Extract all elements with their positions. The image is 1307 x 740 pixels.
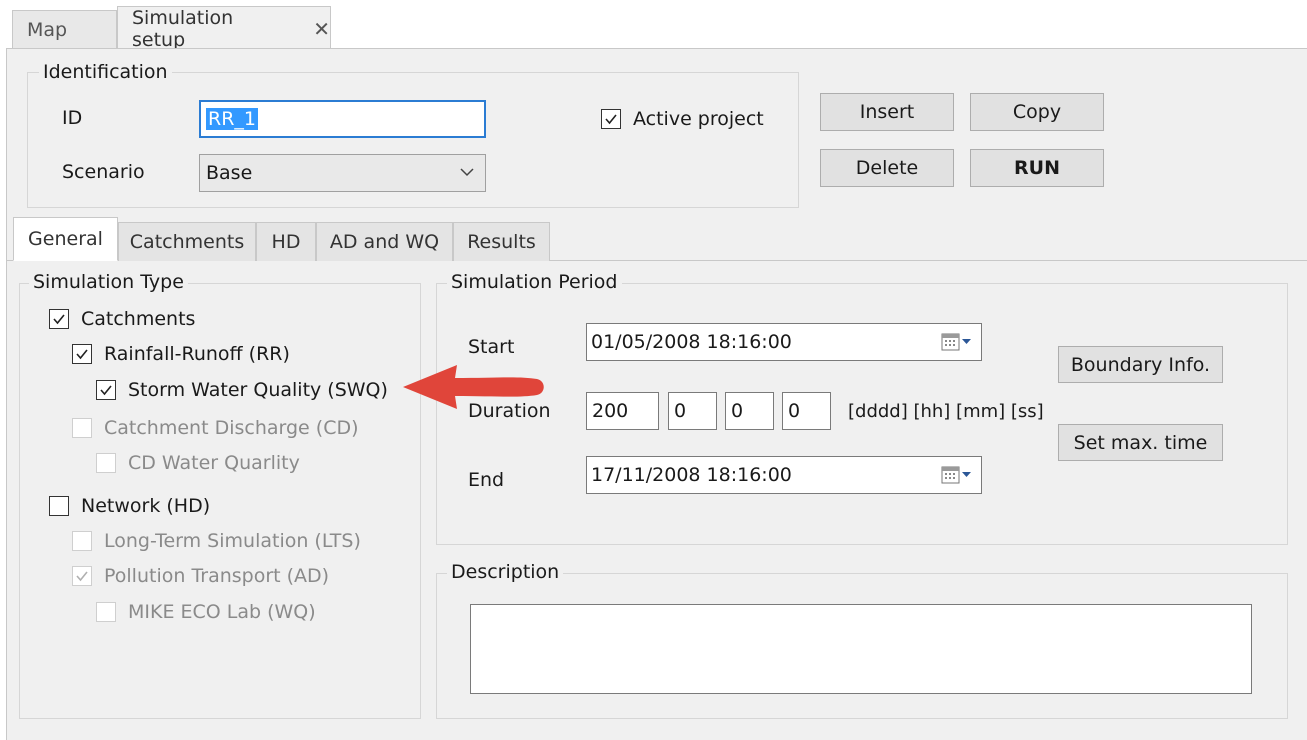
checkbox-icon [601, 109, 621, 129]
simulation-setup-panel: Identification ID RR_1 Scenario Base Act… [6, 49, 1307, 740]
red-arrow-annotation [403, 365, 544, 409]
catchments-checkbox[interactable]: Catchments [49, 308, 195, 330]
checkbox-icon [72, 344, 92, 364]
duration-days-field[interactable]: 200 [586, 392, 659, 430]
mike-eco-lab-checkbox[interactable]: MIKE ECO Lab (WQ) [96, 601, 316, 623]
catchment-discharge-label: Catchment Discharge (CD) [104, 417, 359, 439]
checkbox-icon [72, 531, 92, 551]
start-label: Start [468, 336, 515, 358]
start-datetime-picker[interactable]: 01/05/2008 18:16:00 [586, 323, 982, 361]
end-datetime-picker[interactable]: 17/11/2008 18:16:00 [586, 456, 982, 494]
duration-units-label: [dddd] [hh] [mm] [ss] [848, 401, 1044, 422]
tab-ad-and-wq[interactable]: AD and WQ [316, 222, 453, 261]
simulation-type-title: Simulation Type [29, 271, 188, 293]
checkbox-icon [49, 496, 69, 516]
set-max-time-button[interactable]: Set max. time [1058, 424, 1223, 461]
long-term-simulation-label: Long-Term Simulation (LTS) [104, 530, 361, 552]
description-title: Description [447, 561, 564, 583]
storm-water-quality-checkbox[interactable]: Storm Water Quality (SWQ) [96, 379, 388, 401]
insert-button[interactable]: Insert [820, 93, 954, 131]
document-tab-bar: Map Simulation setup ✕ [0, 0, 1307, 51]
tab-results[interactable]: Results [453, 222, 550, 261]
calendar-icon[interactable] [941, 332, 973, 357]
catchments-label: Catchments [81, 308, 196, 330]
pollution-transport-checkbox[interactable]: Pollution Transport (AD) [72, 565, 329, 587]
tab-catchments[interactable]: Catchments [118, 222, 256, 261]
checkbox-icon [96, 453, 116, 473]
calendar-icon[interactable] [941, 465, 973, 490]
catchment-discharge-checkbox[interactable]: Catchment Discharge (CD) [72, 417, 359, 439]
pollution-transport-label: Pollution Transport (AD) [104, 565, 330, 587]
simulation-period-title: Simulation Period [447, 271, 622, 293]
scenario-label: Scenario [62, 161, 145, 183]
rainfall-runoff-checkbox[interactable]: Rainfall-Runoff (RR) [72, 343, 290, 365]
active-project-checkbox[interactable]: Active project [601, 108, 764, 130]
id-value: RR_1 [206, 108, 258, 130]
long-term-simulation-checkbox[interactable]: Long-Term Simulation (LTS) [72, 530, 361, 552]
scenario-dropdown[interactable]: Base [199, 154, 486, 192]
checkbox-icon [96, 380, 116, 400]
description-textarea[interactable] [470, 604, 1252, 694]
duration-seconds-field[interactable]: 0 [782, 392, 831, 430]
id-field[interactable]: RR_1 [199, 100, 486, 138]
end-label: End [468, 469, 505, 491]
checkbox-icon [72, 418, 92, 438]
checkbox-icon [96, 602, 116, 622]
duration-hours-field[interactable]: 0 [668, 392, 717, 430]
checkbox-icon [72, 566, 92, 586]
tab-general[interactable]: General [13, 217, 118, 261]
active-project-label: Active project [633, 108, 764, 130]
network-hd-label: Network (HD) [81, 495, 211, 517]
run-button[interactable]: RUN [970, 149, 1104, 187]
scenario-value: Base [206, 162, 253, 184]
doc-tab-simulation-setup[interactable]: Simulation setup ✕ [117, 6, 331, 51]
tab-hd[interactable]: HD [256, 222, 316, 261]
doc-tab-simulation-setup-label: Simulation setup [132, 6, 234, 51]
boundary-info-button[interactable]: Boundary Info. [1058, 346, 1223, 383]
cd-water-quality-checkbox[interactable]: CD Water Quarlity [96, 452, 300, 474]
identification-title: Identification [39, 61, 172, 83]
doc-tab-map-label: Map [27, 19, 68, 41]
delete-button[interactable]: Delete [820, 149, 954, 187]
checkbox-icon [49, 309, 69, 329]
cd-water-quality-label: CD Water Quarlity [128, 452, 300, 474]
chevron-down-icon [459, 163, 475, 185]
id-label: ID [62, 107, 83, 129]
end-datetime-value: 17/11/2008 18:16:00 [591, 464, 792, 486]
copy-button[interactable]: Copy [970, 93, 1104, 131]
rainfall-runoff-label: Rainfall-Runoff (RR) [104, 343, 290, 365]
start-datetime-value: 01/05/2008 18:16:00 [591, 331, 792, 353]
duration-minutes-field[interactable]: 0 [725, 392, 774, 430]
close-icon[interactable]: ✕ [313, 17, 330, 41]
mike-eco-lab-label: MIKE ECO Lab (WQ) [128, 601, 316, 623]
storm-water-quality-label: Storm Water Quality (SWQ) [128, 379, 388, 401]
network-hd-checkbox[interactable]: Network (HD) [49, 495, 210, 517]
doc-tab-map[interactable]: Map [12, 10, 117, 49]
